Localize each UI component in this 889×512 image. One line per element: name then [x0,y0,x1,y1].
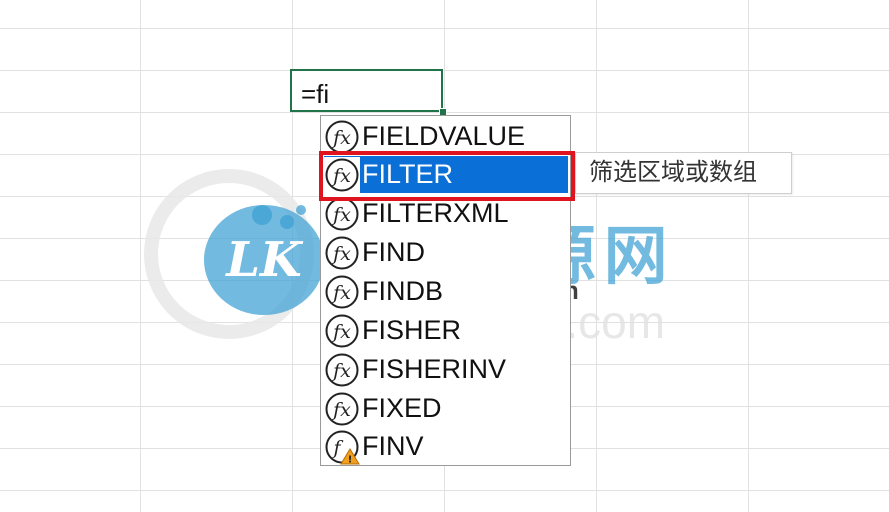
function-warning-icon: f! [324,429,360,465]
function-icon: fx [324,235,360,271]
autocomplete-item-label: FISHER [362,315,462,345]
function-icon: fx [324,274,360,310]
svg-text:fx: fx [331,127,351,149]
autocomplete-item-fixed[interactable]: fx FIXED [324,390,568,427]
autocomplete-item-label: FIELDVALUE [362,121,526,151]
autocomplete-item-finv[interactable]: f! FINV [324,428,568,465]
active-cell[interactable]: =fi [290,69,443,112]
autocomplete-item-label: FIND [362,237,425,267]
autocomplete-item-label: FILTERXML [362,198,509,228]
autocomplete-item-fisher[interactable]: fx FISHER [324,312,568,349]
autocomplete-item-label: FISHERINV [362,354,507,384]
svg-text:!: ! [348,454,353,465]
annotation-highlight-box [319,151,575,201]
function-tooltip: 筛选区域或数组 [575,152,792,194]
svg-text:fx: fx [331,360,351,382]
autocomplete-item-fieldvalue[interactable]: fx FIELDVALUE [324,118,568,155]
function-icon: fx [324,313,360,349]
svg-text:fx: fx [331,282,351,304]
autocomplete-item-label: FINDB [362,276,443,306]
svg-text:fx: fx [331,321,351,343]
cell-formula[interactable]: =fi [301,79,329,109]
autocomplete-item-findb[interactable]: fx FINDB [324,273,568,310]
autocomplete-item-label: FIXED [362,393,442,423]
autocomplete-item-label: FINV [362,431,424,461]
svg-text:fx: fx [331,399,351,421]
tooltip-text: 筛选区域或数组 [589,158,757,186]
svg-text:fx: fx [331,204,351,226]
svg-text:f: f [331,437,343,459]
autocomplete-item-find[interactable]: fx FIND [324,234,568,271]
function-icon: fx [324,352,360,388]
function-icon: fx [324,119,360,155]
autocomplete-item-fisherinv[interactable]: fx FISHERINV [324,351,568,388]
function-icon: fx [324,391,360,427]
svg-text:fx: fx [331,243,351,265]
